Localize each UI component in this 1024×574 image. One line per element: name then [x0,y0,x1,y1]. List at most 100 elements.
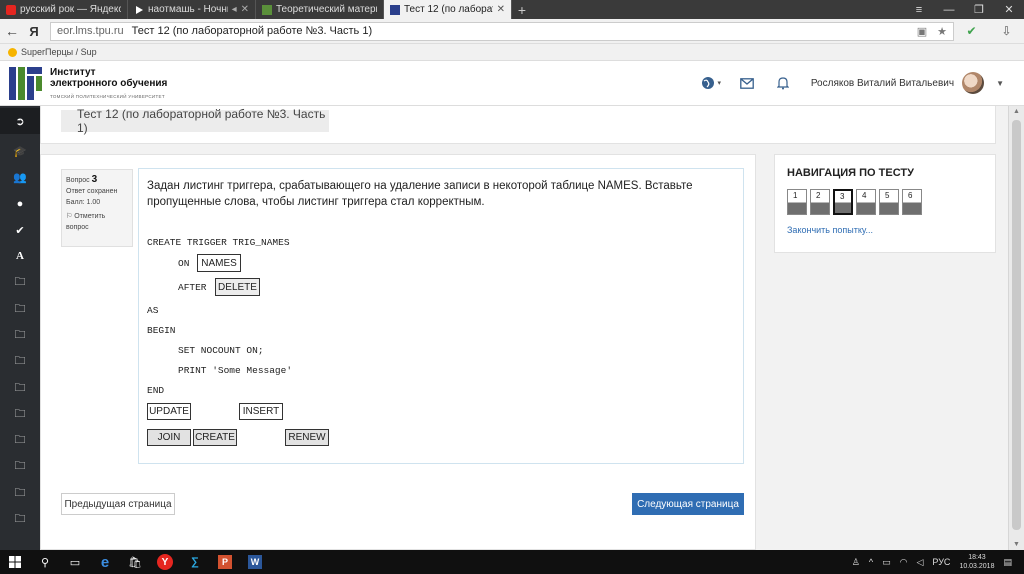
yandex-browser-icon[interactable]: Y [150,550,180,574]
minimize-icon[interactable]: — [934,0,964,19]
maximize-icon[interactable]: ❐ [964,0,994,19]
chevron-down-icon[interactable]: ▼ [996,79,1004,88]
folder-icon[interactable]: 🗀 [0,269,40,295]
folder-icon[interactable]: 🗀 [0,375,40,401]
choice-chip[interactable]: UPDATE [147,403,191,420]
address-input[interactable]: eor.lms.tpu.ru Тест 12 (по лабораторной … [50,21,954,41]
folder-icon[interactable]: 🗀 [0,296,40,322]
folder-icon[interactable]: 🗀 [0,322,40,348]
keyboard-language[interactable]: РУС [932,557,950,567]
word-icon[interactable]: W [240,550,270,574]
battery-icon[interactable]: ▭ [882,557,891,568]
flag-icon: ⚐ [66,213,73,220]
close-icon[interactable]: ✕ [241,4,249,15]
address-page-title: Тест 12 (по лабораторной работе №3. Част… [131,25,373,37]
window-controls: ≡ — ❐ ✕ [904,0,1024,19]
page-icon [390,4,400,15]
notifications-icon[interactable]: ▤ [1003,557,1012,568]
folder-icon[interactable]: 🗀 [0,506,40,532]
code-line: BEGIN [147,325,176,336]
finish-attempt-link[interactable]: Закончить попытку... [787,225,873,235]
browser-tab[interactable]: Теоретический материал п [256,0,384,19]
browser-tab[interactable]: русский рок — Яндекс: нашл [0,0,128,19]
notifications-bell-icon[interactable] [765,76,801,90]
bookmark-icon [8,47,17,57]
bookmark-star-icon[interactable]: ★ [937,25,947,38]
next-page-button[interactable]: Следующая страница [632,493,744,515]
wifi-icon[interactable]: ◠ [900,557,908,568]
quiz-nav-page-button-current[interactable]: 3 [833,189,853,215]
close-icon[interactable]: ✕ [497,4,505,15]
users-icon[interactable]: 👥 [0,164,40,190]
code-line: AFTER [178,282,207,293]
courses-cap-icon[interactable]: 🎓 [0,138,40,164]
clock[interactable]: 18:43 10.03.2018 [959,553,994,571]
bookmark-item[interactable]: SuperПерцы / Sup [21,47,97,57]
question-card: Задан листинг триггера, срабатывающего н… [138,168,744,464]
messages-icon[interactable] [729,77,765,89]
browser-tab-strip: русский рок — Яндекс: нашл наотмашь - Но… [0,0,1024,19]
quiz-nav-page-button[interactable]: 1 [787,189,807,215]
folder-icon[interactable]: 🗀 [0,348,40,374]
flag-question-link[interactable]: ⚐ Отметить вопрос [66,211,128,233]
scroll-up-icon[interactable]: ▲ [1013,108,1020,115]
shield-icon[interactable]: ✔ [966,24,976,38]
folder-icon[interactable]: 🗀 [0,480,40,506]
scroll-down-icon[interactable]: ▼ [1013,541,1020,548]
windows-start-icon[interactable] [0,550,30,574]
user-name[interactable]: Росляков Виталий Витальевич [811,78,954,89]
folder-icon[interactable]: 🗀 [0,427,40,453]
search-icon[interactable]: ⚲ [30,550,60,574]
check-circle-icon[interactable]: ✔ [0,217,40,243]
browser-tab[interactable]: наотмашь - Ночные ◂ ✕ [128,0,256,19]
folder-icon[interactable]: 🗀 [0,453,40,479]
institute-logo-icon[interactable] [9,66,42,100]
sidebar-toggle-icon[interactable]: ➲ [0,108,40,134]
quiz-nav-page-button[interactable]: 5 [879,189,899,215]
chevron-up-icon[interactable]: ^ [869,557,873,567]
choice-chip[interactable]: CREATE [193,429,237,446]
browser-tab-active[interactable]: Тест 12 (по лабораторно ✕ [384,0,512,19]
choice-chip[interactable]: INSERT [239,403,283,420]
choice-chip[interactable]: JOIN [147,429,191,446]
code-line: CREATE TRIGGER TRIG_NAMES [147,237,290,248]
back-arrow-icon[interactable]: ← [0,23,24,39]
play-icon [134,5,144,15]
mute-icon[interactable]: ◂ [232,4,237,15]
question-info: Вопрос 3 Ответ сохранен Балл: 1.00 ⚐ Отм… [61,169,133,247]
close-window-icon[interactable]: ✕ [994,0,1024,19]
powerpoint-icon[interactable]: P [210,550,240,574]
quiz-title-button[interactable]: Тест 12 (по лабораторной работе №3. Част… [61,107,329,135]
store-icon[interactable]: 🛍 [120,550,150,574]
quiz-nav-page-button[interactable]: 4 [856,189,876,215]
quiz-nav-page-button[interactable]: 2 [810,189,830,215]
institute-name: Институт электронного обучения ТОМСКИЙ П… [50,67,168,99]
grades-a-icon[interactable]: A [0,243,40,269]
visual-studio-icon[interactable]: ∑ [180,550,210,574]
translate-icon[interactable]: ▣ [917,25,927,38]
drop-slot-on[interactable]: NAMES [197,254,241,272]
avatar[interactable] [962,72,985,94]
previous-page-button[interactable]: Предыдущая страница [61,493,175,515]
menu-icon[interactable]: ≡ [904,0,934,19]
page-scrollbar[interactable]: ▲ ▼ [1008,106,1024,550]
volume-icon[interactable]: ◁ [916,557,923,568]
choice-chip[interactable]: RENEW [285,429,329,446]
person-icon[interactable]: ♙ [852,557,860,568]
circle-icon[interactable]: ● [0,191,40,217]
scrollbar-thumb[interactable] [1012,120,1021,530]
code-line: ON [178,258,190,269]
quiz-navigation: НАВИГАЦИЯ ПО ТЕСТУ 1 2 3 4 5 6 Закончить… [774,154,996,253]
yandex-button[interactable]: Я [24,24,44,39]
drop-slot-after[interactable]: DELETE [215,278,260,296]
folder-icon[interactable]: 🗀 [0,401,40,427]
download-icon[interactable]: ⇩ [1001,24,1011,38]
edge-browser-icon[interactable]: e [90,550,120,574]
address-bar-row: ← Я eor.lms.tpu.ru Тест 12 (по лаборатор… [0,19,1024,44]
language-globe-icon[interactable]: ▾ [693,76,729,90]
yandex-search-icon [6,4,16,15]
task-view-icon[interactable]: ▭ [60,550,90,574]
windows-taskbar: ⚲ ▭ e 🛍 Y ∑ P W ♙ ^ ▭ ◠ ◁ РУС 18:43 10.0… [0,550,1024,574]
new-tab-button[interactable]: + [512,0,532,19]
quiz-nav-page-button[interactable]: 6 [902,189,922,215]
